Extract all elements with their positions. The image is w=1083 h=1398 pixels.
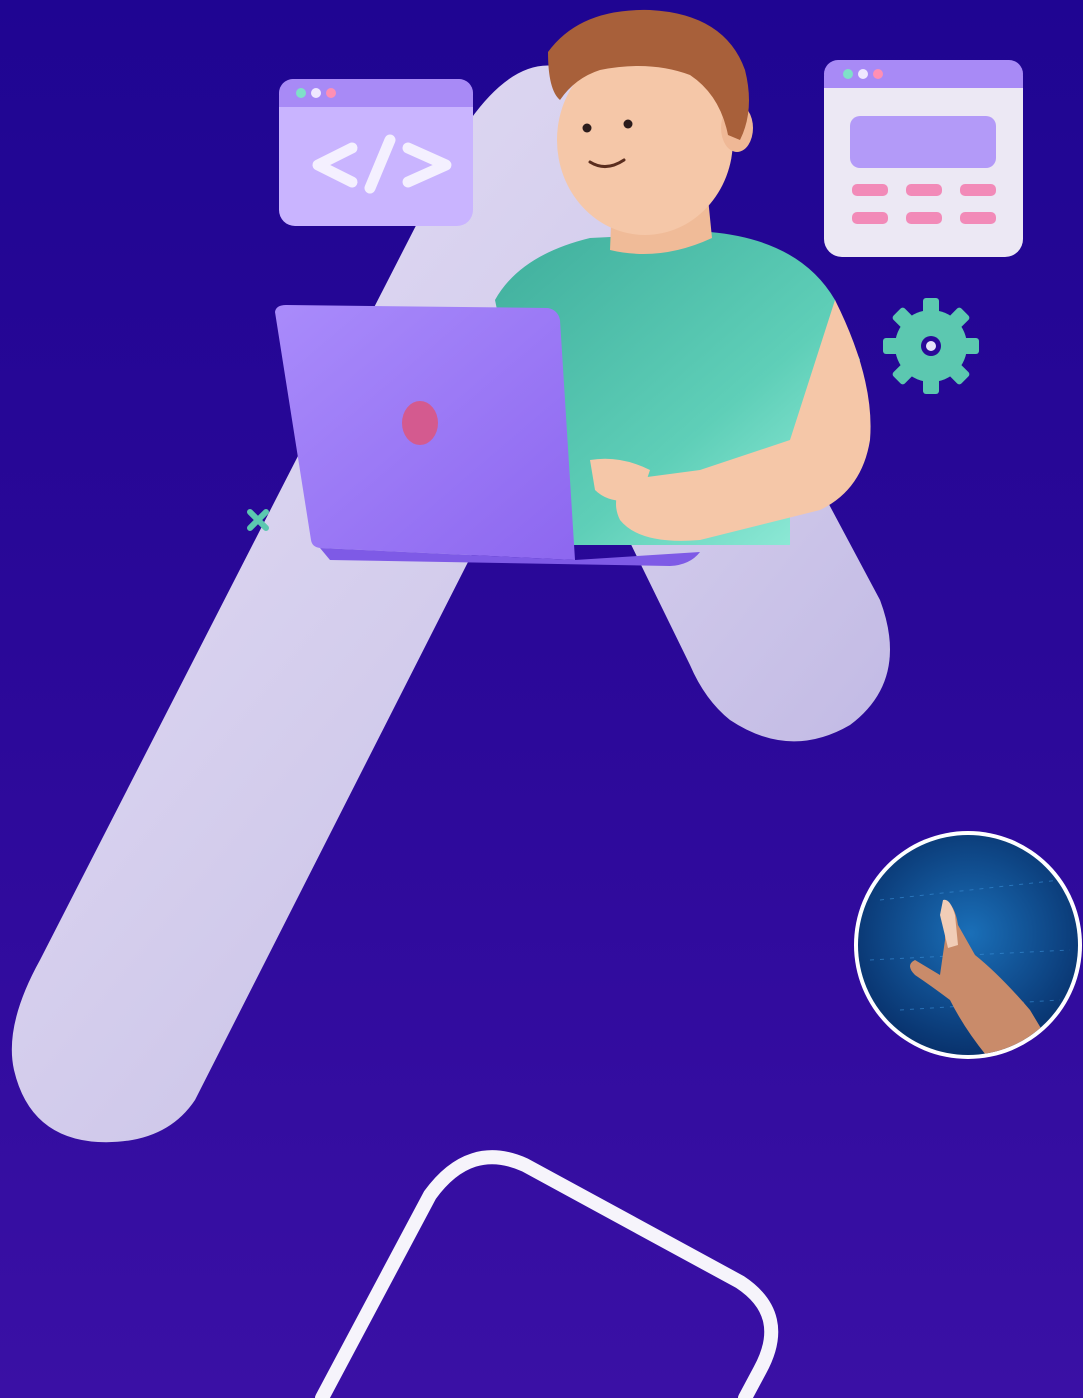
sparkle-icon bbox=[247, 509, 269, 531]
calculator-window-icon bbox=[824, 60, 1023, 257]
touch-hand-photo bbox=[854, 831, 1082, 1059]
outline-frame-shape bbox=[315, 1150, 779, 1398]
hero-illustration bbox=[11, 9, 1082, 1398]
gear-icon bbox=[883, 298, 979, 394]
lavender-band-shape bbox=[11, 65, 890, 1143]
code-window-icon bbox=[279, 79, 473, 226]
